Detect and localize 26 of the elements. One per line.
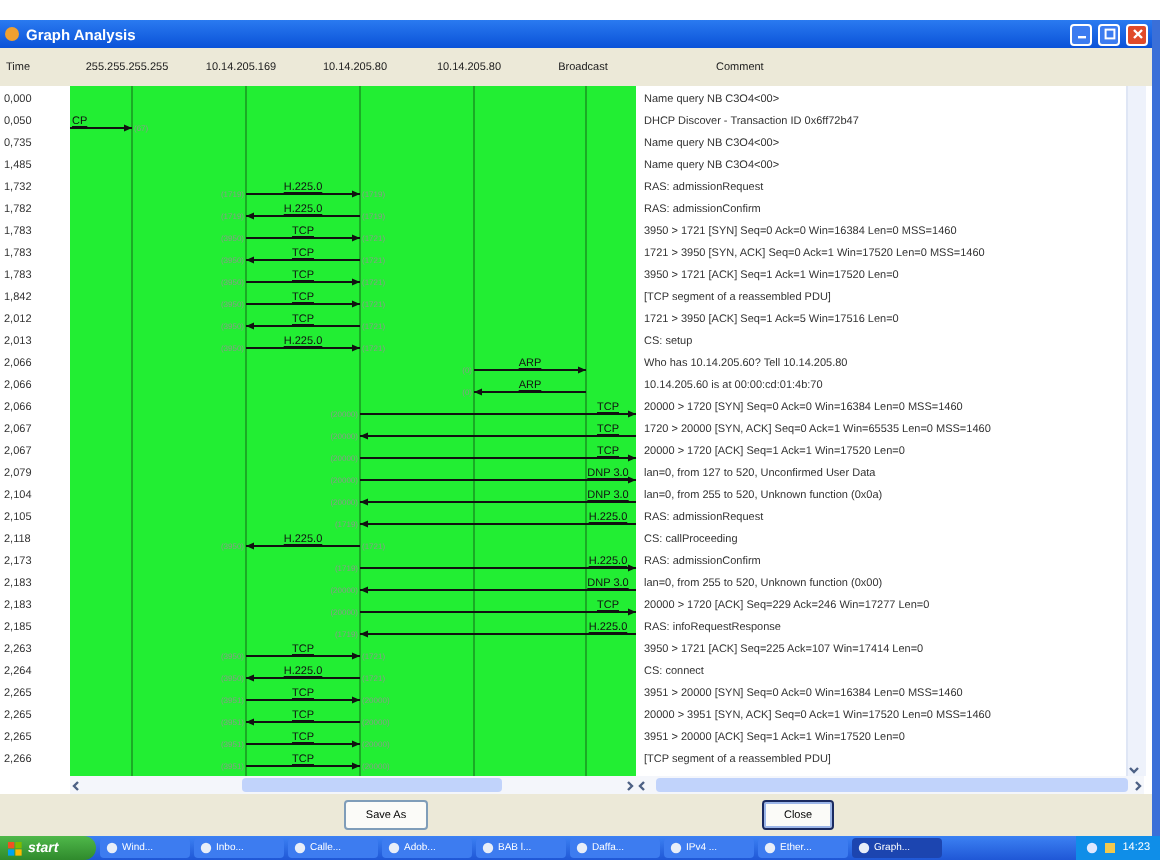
app-icon: [670, 842, 682, 854]
horizontal-scrollbar[interactable]: [70, 776, 636, 795]
app-icon: [106, 842, 118, 854]
app-icon: [200, 842, 212, 854]
scroll-left-icon[interactable]: [636, 779, 648, 792]
maximize-icon: [1103, 28, 1115, 41]
scroll-right-icon[interactable]: [1132, 779, 1144, 792]
close-icon: [1131, 28, 1143, 41]
scroll-right-icon[interactable]: [624, 779, 636, 792]
app-icon: [4, 26, 20, 43]
app-icon: [858, 842, 870, 854]
scroll-down-icon[interactable]: [1128, 763, 1140, 776]
app-icon: [764, 842, 776, 854]
scroll-left-icon[interactable]: [70, 779, 82, 792]
minimize-button[interactable]: [1070, 23, 1092, 46]
maximize-button[interactable]: [1098, 23, 1120, 46]
app-icon: [388, 842, 400, 854]
horizontal-scrollbar[interactable]: [636, 776, 1144, 795]
vertical-scrollbar[interactable]: [1126, 85, 1146, 776]
close-button[interactable]: [1126, 23, 1148, 46]
app-icon: [576, 842, 588, 854]
scroll-thumb[interactable]: [242, 778, 502, 793]
app-icon: [294, 842, 306, 854]
app-icon: [482, 842, 494, 854]
windows-logo-icon: [8, 841, 22, 855]
scroll-thumb[interactable]: [656, 778, 1128, 793]
